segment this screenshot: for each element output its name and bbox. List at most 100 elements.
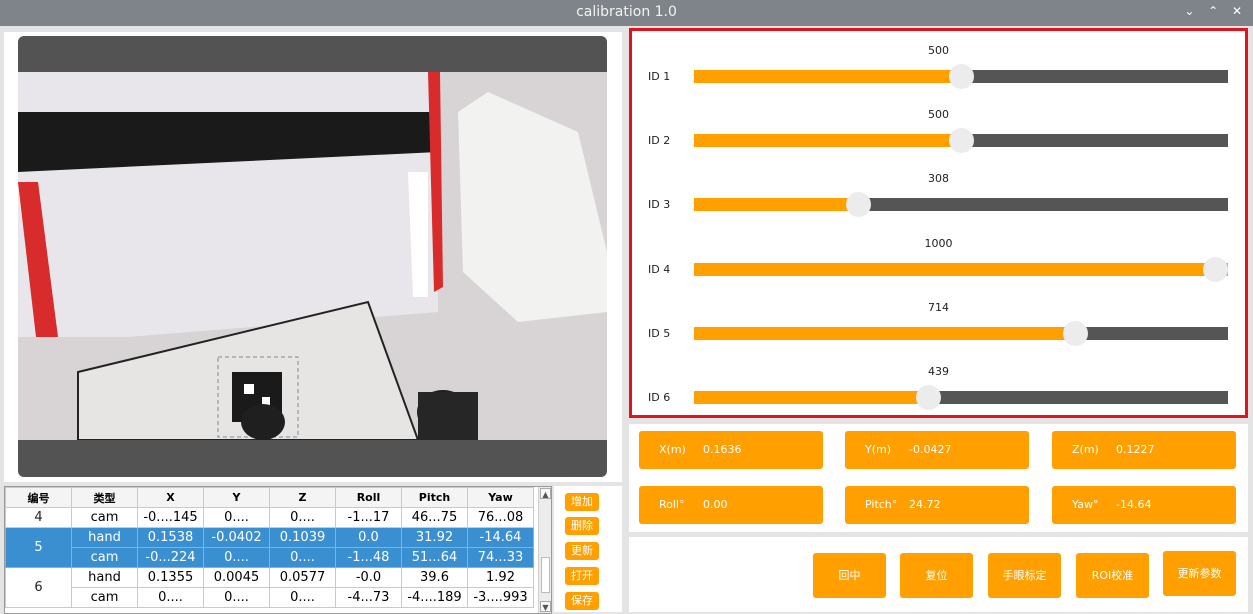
- scroll-down-icon[interactable]: ▼: [540, 601, 551, 612]
- minimize-icon[interactable]: ⌄: [1179, 4, 1199, 18]
- table-cell[interactable]: 39.6: [401, 567, 468, 588]
- table-cell[interactable]: 76...08: [467, 507, 534, 528]
- scroll-thumb[interactable]: [541, 557, 550, 593]
- row-id[interactable]: 6: [5, 567, 72, 608]
- servo-label: ID 5: [648, 327, 671, 340]
- pose-panel: X(m) 0.1636 Y(m) -0.0427 Z(m) 0.1227 Rol…: [629, 424, 1248, 532]
- table-cell[interactable]: cam: [71, 507, 138, 528]
- update-params-button[interactable]: 更新参数: [1163, 551, 1236, 596]
- calibration-table: 编号 类型 X Y Z Roll Pitch Yaw 4 cam -0....145…: [4, 486, 552, 614]
- close-icon[interactable]: ✕: [1227, 4, 1247, 18]
- table-cell[interactable]: 0....: [269, 507, 336, 528]
- table-row[interactable]: cam -0...224 0.... 0.... -1...48 51...64 74...…: [6, 547, 534, 568]
- center-button[interactable]: 回中: [813, 553, 886, 598]
- header-id[interactable]: 编号: [5, 487, 72, 508]
- action-panel: 回中 复位 手眼标定 ROI校准 更新参数: [629, 537, 1248, 612]
- table-cell[interactable]: hand: [71, 567, 138, 588]
- data-table: 编号 类型 X Y Z Roll Pitch Yaw 4 cam -0....145…: [5, 487, 534, 608]
- servo-value: 1000: [924, 237, 953, 250]
- table-row[interactable]: 6 hand 0.1355 0.0045 0.0577 -0.0 39.6 1.92: [5, 567, 534, 608]
- header-y[interactable]: Y: [203, 487, 270, 508]
- header-yaw[interactable]: Yaw: [467, 487, 534, 508]
- table-cell[interactable]: 0.1538: [137, 527, 204, 548]
- table-cell[interactable]: hand: [71, 527, 138, 548]
- table-cell[interactable]: 0.0577: [269, 567, 336, 588]
- table-buttons: 增加 删除 更新 打开 保存: [554, 486, 622, 612]
- table-cell[interactable]: 0.1039: [269, 527, 336, 548]
- save-button[interactable]: 保存: [565, 592, 599, 610]
- header-pitch[interactable]: Pitch: [401, 487, 468, 508]
- header-z[interactable]: Z: [269, 487, 336, 508]
- servo-panel: 500 ID 1 500 ID 2 308 ID 3 1000 ID 4 714…: [629, 28, 1248, 418]
- servo-slider-2[interactable]: [694, 128, 1228, 153]
- table-cell[interactable]: 31.92: [401, 527, 468, 548]
- servo-slider-5[interactable]: [694, 321, 1228, 346]
- servo-slider-3[interactable]: [694, 192, 1228, 217]
- table-cell[interactable]: cam: [71, 547, 138, 568]
- pose-value: 0.1636: [703, 443, 742, 456]
- slider-handle[interactable]: [916, 385, 941, 410]
- delete-button[interactable]: 删除: [565, 517, 599, 535]
- header-x[interactable]: X: [137, 487, 204, 508]
- table-cell[interactable]: -0....145: [137, 507, 204, 528]
- slider-handle[interactable]: [949, 64, 974, 89]
- table-cell[interactable]: 74...33: [467, 547, 534, 568]
- table-cell[interactable]: -4....189: [401, 587, 468, 608]
- servo-slider-1[interactable]: [694, 64, 1228, 89]
- scroll-up-icon[interactable]: ▲: [540, 488, 551, 499]
- update-button[interactable]: 更新: [565, 542, 599, 560]
- table-cell[interactable]: 46...75: [401, 507, 468, 528]
- table-row[interactable]: 4 cam -0....145 0.... 0.... -1...17 46...75 76.…: [5, 507, 534, 528]
- table-cell[interactable]: -0...224: [137, 547, 204, 568]
- table-cell[interactable]: -4...73: [335, 587, 402, 608]
- table-cell[interactable]: 0....: [269, 547, 336, 568]
- row-id[interactable]: 4: [5, 507, 72, 528]
- pose-value: -14.64: [1116, 498, 1152, 511]
- table-cell[interactable]: -14.64: [467, 527, 534, 548]
- header-type[interactable]: 类型: [71, 487, 138, 508]
- slider-handle[interactable]: [949, 128, 974, 153]
- slider-handle[interactable]: [1063, 321, 1088, 346]
- table-cell[interactable]: 0....: [203, 587, 270, 608]
- table-cell[interactable]: 51...64: [401, 547, 468, 568]
- pose-label: Z(m): [1072, 443, 1099, 456]
- maximize-icon[interactable]: ⌃: [1203, 4, 1223, 18]
- reset-button[interactable]: 复位: [900, 553, 973, 598]
- table-cell[interactable]: -0.0402: [203, 527, 270, 548]
- table-cell[interactable]: 1.92: [467, 567, 534, 588]
- table-cell[interactable]: 0....: [137, 587, 204, 608]
- servo-row-2: 500 ID 2: [632, 108, 1245, 168]
- open-button[interactable]: 打开: [565, 567, 599, 585]
- pose-label: Yaw°: [1072, 498, 1099, 511]
- table-cell[interactable]: -0.0: [335, 567, 402, 588]
- pose-label: Pitch°: [865, 498, 898, 511]
- row-id[interactable]: 5: [5, 527, 72, 568]
- table-cell[interactable]: cam: [71, 587, 138, 608]
- pose-x: X(m) 0.1636: [639, 431, 823, 469]
- camera-view: [18, 36, 607, 477]
- hand-eye-calibration-button[interactable]: 手眼标定: [988, 553, 1061, 598]
- servo-label: ID 4: [648, 263, 671, 276]
- table-cell[interactable]: 0....: [203, 547, 270, 568]
- table-scrollbar[interactable]: ▲ ▼: [538, 487, 551, 613]
- table-cell[interactable]: 0.0: [335, 527, 402, 548]
- servo-slider-4[interactable]: [694, 257, 1228, 282]
- camera-scene: [18, 72, 607, 441]
- table-cell[interactable]: -1...48: [335, 547, 402, 568]
- table-cell[interactable]: 0....: [269, 587, 336, 608]
- pose-label: X(m): [659, 443, 686, 456]
- roi-calibration-button[interactable]: ROI校准: [1076, 553, 1149, 598]
- servo-slider-6[interactable]: [694, 385, 1228, 410]
- table-cell[interactable]: 0....: [203, 507, 270, 528]
- table-cell[interactable]: -1...17: [335, 507, 402, 528]
- table-row[interactable]: 5 hand 0.1538 -0.0402 0.1039 0.0 31.92 -14.64: [5, 527, 534, 568]
- table-cell[interactable]: 0.1355: [137, 567, 204, 588]
- slider-handle[interactable]: [846, 192, 871, 217]
- servo-label: ID 1: [648, 70, 671, 83]
- slider-handle[interactable]: [1203, 257, 1228, 282]
- add-button[interactable]: 增加: [565, 493, 599, 511]
- table-cell[interactable]: 0.0045: [203, 567, 270, 588]
- table-row[interactable]: cam 0.... 0.... 0.... -4...73 -4....189 -3....…: [6, 587, 534, 608]
- table-cell[interactable]: -3....993: [467, 587, 534, 608]
- header-roll[interactable]: Roll: [335, 487, 402, 508]
